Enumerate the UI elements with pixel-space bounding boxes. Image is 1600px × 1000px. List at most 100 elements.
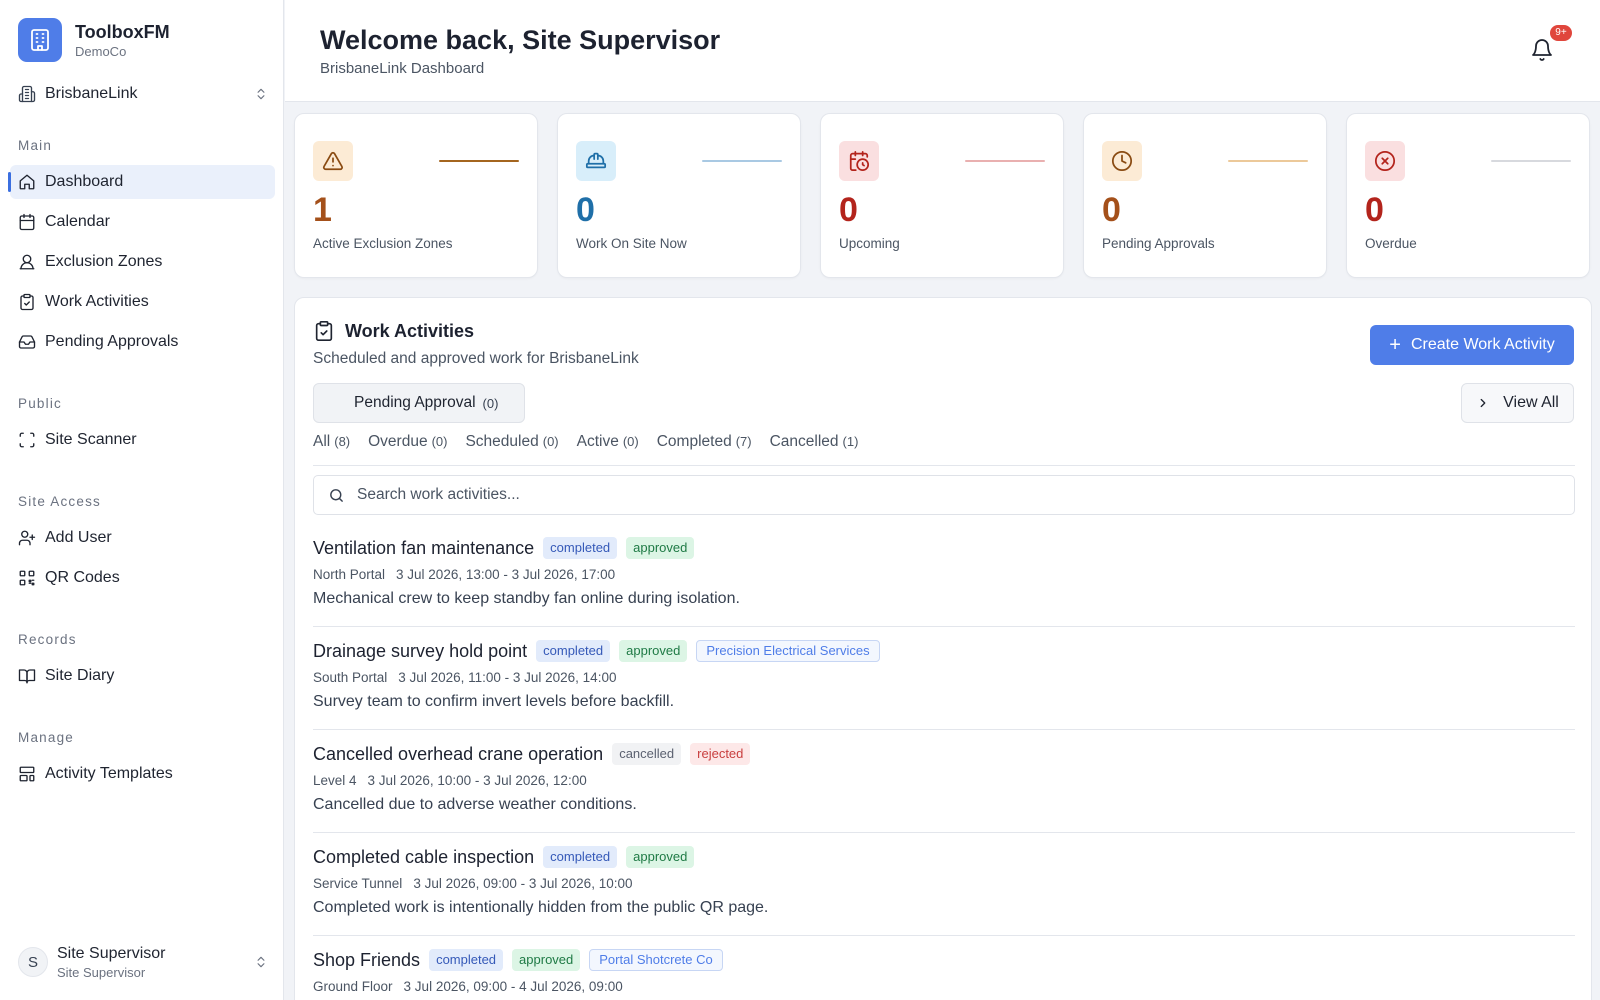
section-main: Main	[18, 138, 53, 153]
filter-tab-cancelled[interactable]: Cancelled (1)	[770, 433, 859, 451]
sidebar-item-exclusion-zones[interactable]: Exclusion Zones	[10, 245, 275, 279]
filter-count: (0)	[622, 434, 639, 449]
approval-badge: approved	[619, 640, 688, 662]
status-badge: completed	[536, 640, 611, 662]
sidebar-item-label: Add User	[45, 529, 112, 546]
sidebar-item-site-scanner[interactable]: Site Scanner	[10, 423, 275, 457]
stat-value: 0	[1102, 191, 1121, 229]
sidebar-item-label: Dashboard	[45, 173, 124, 190]
search-input[interactable]: Search work activities...	[313, 475, 1575, 515]
approval-badge: rejected	[690, 743, 751, 765]
site-switcher[interactable]: BrisbaneLink	[18, 82, 268, 106]
stat-card-upcoming[interactable]: 0 Upcoming	[820, 113, 1064, 278]
notifications-button[interactable]	[1530, 38, 1556, 64]
list-item[interactable]: Shop Friends completed approved Portal S…	[313, 935, 1575, 1000]
building-icon	[18, 85, 36, 103]
list-item[interactable]: Completed cable inspection completed app…	[313, 832, 1575, 936]
activity-name: Shop Friends	[313, 949, 421, 970]
view-all-label: View All	[1503, 394, 1559, 411]
stat-card-work-on-site[interactable]: 0 Work On Site Now	[557, 113, 801, 278]
activity-location: South Portal	[313, 670, 388, 685]
stat-label: Work On Site Now	[576, 236, 687, 251]
sidebar-item-qr-codes[interactable]: QR Codes	[10, 561, 275, 595]
sidebar-item-pending-approvals[interactable]: Pending Approvals	[10, 325, 275, 359]
stat-value: 1	[313, 191, 332, 229]
approval-badge: approved	[512, 949, 581, 971]
calendar-clock-icon	[839, 141, 879, 181]
sidebar-item-activity-templates[interactable]: Activity Templates	[10, 757, 275, 791]
create-work-activity-button[interactable]: + Create Work Activity	[1370, 325, 1574, 365]
sidebar-item-label: Exclusion Zones	[45, 253, 163, 270]
sidebar-item-calendar[interactable]: Calendar	[10, 205, 275, 239]
scan-icon	[19, 432, 35, 448]
approval-badge: approved	[626, 537, 695, 559]
organization-badge: Portal Shotcrete Co	[589, 949, 723, 971]
sidebar-item-add-user[interactable]: Add User	[10, 521, 275, 555]
filter-label: All	[313, 433, 331, 450]
stat-accent-line	[1228, 160, 1308, 162]
stat-value: 0	[1365, 191, 1384, 229]
section-records: Records	[18, 632, 77, 647]
pending-approval-count: (0)	[482, 395, 499, 411]
list-item[interactable]: Cancelled overhead crane operation cance…	[313, 729, 1575, 833]
stat-card-overdue[interactable]: 0 Overdue	[1346, 113, 1590, 278]
book-open-icon	[18, 669, 36, 684]
activity-name: Cancelled overhead crane operation	[313, 743, 604, 764]
page-header: Welcome back, Site Supervisor BrisbaneLi…	[285, 0, 1600, 102]
sidebar-item-label: Site Scanner	[45, 431, 137, 448]
sidebar-item-dashboard[interactable]: Dashboard	[8, 165, 275, 199]
section-manage: Manage	[18, 730, 74, 745]
brand[interactable]: ToolboxFM DemoCo	[18, 18, 170, 62]
page-title: Welcome back, Site Supervisor	[320, 25, 721, 55]
filter-label: Completed	[656, 433, 732, 450]
notifications-badge: 9+	[1550, 25, 1572, 41]
stat-card-pending-approvals[interactable]: 0 Pending Approvals	[1083, 113, 1327, 278]
filter-count: (0)	[542, 434, 559, 449]
user-role: Site Supervisor	[57, 964, 146, 980]
filter-count: (1)	[842, 434, 859, 449]
filter-tab-completed[interactable]: Completed (7)	[657, 433, 752, 451]
activity-description: Cancelled due to adverse weather conditi…	[313, 796, 637, 813]
filter-tab-all[interactable]: All (8)	[313, 433, 350, 451]
stat-label: Upcoming	[839, 236, 900, 251]
stat-accent-line	[439, 160, 519, 162]
activity-time: 3 Jul 2026, 09:00 - 3 Jul 2026, 10:00	[413, 876, 633, 891]
sidebar-item-site-diary[interactable]: Site Diary	[10, 659, 275, 693]
filter-tab-scheduled[interactable]: Scheduled (0)	[465, 433, 558, 451]
pending-approval-button[interactable]: Pending Approval (0)	[313, 383, 525, 423]
x-circle-icon	[1365, 141, 1405, 181]
filter-tab-active[interactable]: Active (0)	[577, 433, 639, 451]
activity-time: 3 Jul 2026, 13:00 - 3 Jul 2026, 17:00	[396, 567, 616, 582]
chevrons-up-down-icon	[257, 956, 265, 968]
activity-name: Ventilation fan maintenance	[313, 537, 535, 558]
activity-name: Completed cable inspection	[313, 846, 535, 867]
site-switcher-label: BrisbaneLink	[45, 85, 138, 102]
sidebar-item-work-activities[interactable]: Work Activities	[10, 285, 275, 319]
create-button-label: Create Work Activity	[1410, 336, 1555, 353]
filter-count: (7)	[735, 434, 752, 449]
user-menu[interactable]: S Site Supervisor Site Supervisor	[18, 940, 268, 984]
filter-tab-overdue[interactable]: Overdue (0)	[368, 433, 447, 451]
building-icon	[18, 18, 62, 62]
brand-org: DemoCo	[75, 43, 127, 59]
pending-approval-label: Pending Approval	[354, 394, 476, 411]
filter-count: (0)	[431, 434, 448, 449]
list-item[interactable]: Drainage survey hold point completed app…	[313, 626, 1575, 730]
hard-hat-icon	[576, 141, 616, 181]
page-subtitle: BrisbaneLink Dashboard	[320, 60, 485, 77]
list-item[interactable]: Ventilation fan maintenance completed ap…	[313, 523, 1575, 627]
clipboard-check-icon	[20, 293, 34, 311]
chevron-right-icon	[1480, 398, 1486, 408]
sidebar: ToolboxFM DemoCo BrisbaneLink Main Dashb…	[0, 0, 284, 1000]
stat-label: Pending Approvals	[1102, 236, 1215, 251]
search-placeholder: Search work activities...	[357, 486, 520, 503]
activity-location: Level 4	[313, 773, 357, 788]
activity-description: Mechanical crew to keep standby fan onli…	[313, 590, 740, 607]
stat-value: 0	[576, 191, 595, 229]
view-all-button[interactable]: View All	[1461, 383, 1574, 423]
filter-label: Active	[576, 433, 619, 450]
stat-card-exclusion-zones[interactable]: 1 Active Exclusion Zones	[294, 113, 538, 278]
chevrons-up-down-icon	[257, 88, 265, 100]
clock-icon	[1102, 141, 1142, 181]
panel-title: Work Activities	[345, 320, 475, 341]
